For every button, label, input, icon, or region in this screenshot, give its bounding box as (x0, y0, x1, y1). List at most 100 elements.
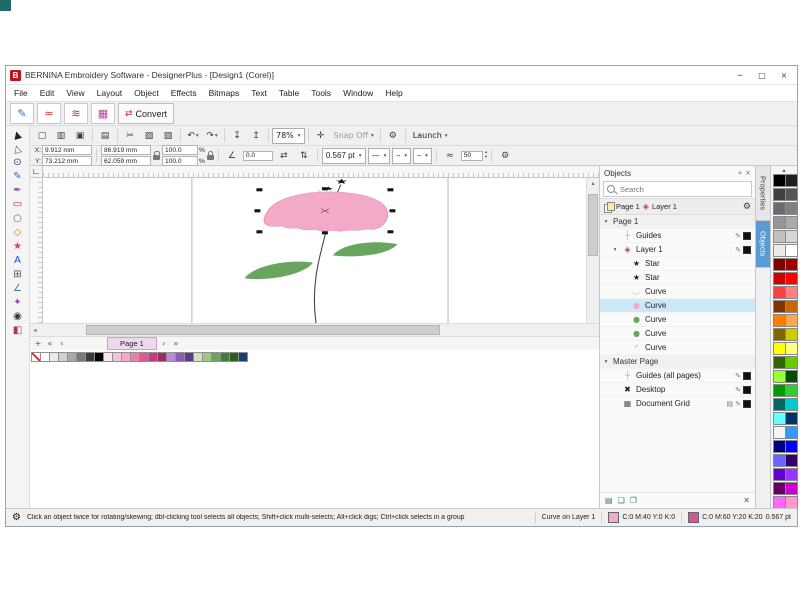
minimize-button[interactable]: ─ (731, 69, 749, 82)
options-icon[interactable]: ⚙ (384, 128, 402, 143)
new-master-layer-icon[interactable]: ❐ (630, 496, 637, 505)
mirror-vertical-button[interactable]: ⇅ (295, 148, 313, 163)
selection-handle[interactable] (322, 231, 328, 234)
side-tab-properties[interactable]: Properties (756, 166, 770, 221)
tree-item-row[interactable]: ▦Document Grid▤✎ (600, 397, 755, 411)
docker-close-icon[interactable]: × (745, 169, 751, 177)
artwork-canvas-icon[interactable]: ✎ (10, 103, 34, 124)
dimension-tool[interactable]: ∠ (8, 282, 27, 296)
zoom-level-select[interactable]: 78%▾ (272, 128, 305, 144)
scale-x-field[interactable]: 100.0 (162, 145, 198, 155)
tree-item-row[interactable]: ◡Curve (600, 285, 755, 299)
tree-item-row[interactable]: ●Curve (600, 327, 755, 341)
selection-handle[interactable] (322, 187, 328, 190)
side-tab-objects[interactable]: Objects (756, 221, 770, 267)
layer-options-gear-icon[interactable]: ⚙ (743, 202, 751, 212)
color-swatch[interactable] (785, 230, 798, 243)
menu-tools[interactable]: Tools (305, 87, 337, 99)
eyedropper-tool[interactable]: ✦ (8, 296, 27, 310)
menu-text[interactable]: Text (245, 87, 273, 99)
tree-group-row[interactable]: ▾Page 1 (600, 215, 755, 229)
embroidery-canvas-icon[interactable]: ≈ (37, 103, 61, 124)
menu-effects[interactable]: Effects (165, 87, 203, 99)
tree-item-row[interactable]: ★Star (600, 271, 755, 285)
color-swatch[interactable] (785, 216, 798, 229)
no-color-swatch[interactable] (31, 352, 41, 362)
color-swatch[interactable] (785, 258, 798, 271)
layer-color-chip[interactable] (743, 386, 751, 394)
color-swatch[interactable] (785, 398, 798, 411)
menu-edit[interactable]: Edit (34, 87, 61, 99)
menu-layout[interactable]: Layout (91, 87, 129, 99)
color-swatch[interactable] (785, 314, 798, 327)
scale-y-field[interactable]: 100.0 (162, 156, 198, 166)
selection-handle[interactable] (387, 230, 393, 233)
shape-tool[interactable]: ▷ (8, 142, 27, 156)
color-swatch[interactable] (785, 412, 798, 425)
pencil-icon[interactable]: ✎ (735, 386, 741, 394)
tree-group-row[interactable]: ▾Master Page (600, 355, 755, 369)
show-layers-icon[interactable]: ▤ (605, 496, 613, 505)
delete-object-icon[interactable]: ✕ (743, 496, 750, 505)
color-swatch[interactable] (238, 352, 248, 362)
outline-width-select[interactable]: 0.567 pt ▾ (322, 148, 366, 164)
layer-color-chip[interactable] (743, 232, 751, 240)
star-tool[interactable]: ★ (8, 240, 27, 254)
outline-pen-tool[interactable]: ◉ (8, 310, 27, 324)
layer-color-chip[interactable] (743, 400, 751, 408)
ruler-origin[interactable] (30, 166, 43, 178)
menu-file[interactable]: File (8, 87, 34, 99)
mirror-horizontal-button[interactable]: ⇄ (275, 148, 293, 163)
cut-icon[interactable]: ✂ (121, 128, 139, 143)
horizontal-scrollbar[interactable]: ◂ (30, 323, 599, 336)
undo-icon[interactable]: ↶▾ (184, 128, 202, 143)
color-swatch[interactable] (785, 482, 798, 495)
color-swatch[interactable] (785, 440, 798, 453)
color-swatch[interactable] (785, 356, 798, 369)
x-position-field[interactable]: 9.912 mm (42, 145, 92, 155)
pencil-icon[interactable]: ✎ (735, 232, 741, 240)
scroll-up-icon[interactable]: ▴ (587, 178, 599, 188)
zoom-tool[interactable]: ⊙ (8, 156, 27, 170)
copy-icon[interactable]: ▨ (140, 128, 158, 143)
tree-item-row[interactable]: ✖Desktop✎ (600, 383, 755, 397)
tree-item-row[interactable]: ★Star (600, 257, 755, 271)
tree-item-row[interactable]: ┼Guides✎ (600, 229, 755, 243)
tree-item-row[interactable]: ●Curve (600, 313, 755, 327)
text-tool[interactable]: A (8, 254, 27, 268)
rectangle-tool[interactable]: ▭ (8, 198, 27, 212)
vertical-ruler[interactable] (30, 178, 43, 323)
pan-icon[interactable]: ✛ (312, 128, 330, 143)
add-page-icon[interactable]: + (33, 339, 43, 348)
arrow-start-select[interactable]: – ▾ (392, 148, 411, 164)
scroll-left-icon[interactable]: ◂ (30, 325, 40, 335)
y-position-field[interactable]: 73.212 mm (42, 156, 92, 166)
status-gear-icon[interactable]: ⚙ (12, 512, 21, 523)
smoothing-field[interactable]: 50 (461, 151, 483, 161)
color-swatch[interactable] (785, 426, 798, 439)
export-icon[interactable]: ↥ (247, 128, 265, 143)
launch-button[interactable]: Launch▾ (409, 131, 452, 140)
stitch-view-icon[interactable]: ≋ (64, 103, 88, 124)
design-library-icon[interactable]: ▦ (91, 103, 115, 124)
redo-icon[interactable]: ↷▾ (203, 128, 221, 143)
search-input[interactable] (618, 184, 748, 195)
pencil-icon[interactable]: ✎ (735, 246, 741, 254)
open-icon[interactable]: ▥ (52, 128, 70, 143)
star-shape[interactable]: ★ (335, 178, 348, 186)
fill-tool[interactable]: ◧ (8, 324, 27, 338)
snap-toggle[interactable]: Snap Off▾ (331, 131, 377, 140)
page-tab[interactable]: Page 1 (107, 337, 157, 350)
rotation-field[interactable]: 0.0 (243, 151, 273, 161)
color-swatch[interactable] (785, 468, 798, 481)
color-swatch[interactable] (785, 188, 798, 201)
drawing-area[interactable]: ★ ★ (43, 178, 586, 323)
color-swatch[interactable] (785, 384, 798, 397)
lock-ratio-icon[interactable] (207, 155, 214, 160)
drawing-canvas[interactable]: ★ ★ (43, 178, 586, 323)
horizontal-scroll-thumb[interactable] (86, 325, 441, 335)
menu-table[interactable]: Table (273, 87, 305, 99)
selection-handle[interactable] (387, 188, 393, 191)
color-swatch[interactable] (785, 342, 798, 355)
property-options-icon[interactable]: ⚙ (496, 148, 514, 163)
